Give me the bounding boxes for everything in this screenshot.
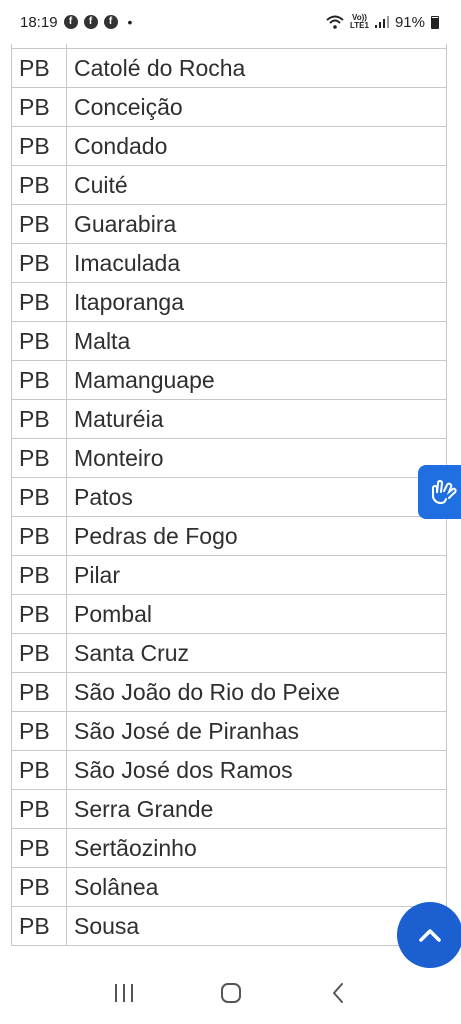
- city-cell: Solânea: [66, 867, 447, 907]
- status-bar: 18:19 f f f • Vo)) LTE1 91%: [0, 0, 461, 44]
- city-cell: Pedras de Fogo: [66, 516, 447, 556]
- table-row: PB Serra Grande: [11, 789, 447, 829]
- city-cell: Santa Cruz: [66, 633, 447, 673]
- status-right: Vo)) LTE1 91%: [326, 14, 439, 31]
- state-cell: PB: [11, 633, 67, 673]
- table-row: PB Imaculada: [11, 243, 447, 283]
- city-cell: Serra Grande: [66, 789, 447, 829]
- city-cell: São José de Piranhas: [66, 711, 447, 751]
- facebook-icon: f: [63, 15, 78, 29]
- signal-icon: [374, 16, 389, 28]
- state-cell: PB: [11, 555, 67, 595]
- table-row: PB Maturéia: [11, 399, 447, 439]
- cities-table-container[interactable]: PB Catolé do Rocha PB Conceição PB Condado PB C…: [11, 44, 447, 962]
- accessibility-sign-language-button[interactable]: [418, 465, 461, 519]
- table-row: PB Cuité: [11, 165, 447, 205]
- sign-language-hands-icon: [432, 479, 457, 505]
- table-row: PB Guarabira: [11, 204, 447, 244]
- home-button[interactable]: [211, 973, 251, 1013]
- table-row: PB Conceição: [11, 87, 447, 127]
- table-row: PB Monteiro: [11, 438, 447, 478]
- recent-apps-icon: [114, 984, 133, 1002]
- city-cell: Catolé do Rocha: [66, 48, 447, 88]
- city-cell: Mamanguape: [66, 360, 447, 400]
- state-cell: PB: [11, 48, 67, 88]
- system-navigation-bar: [0, 962, 461, 1024]
- city-cell: Itaporanga: [66, 282, 447, 322]
- state-cell: PB: [11, 477, 67, 517]
- city-cell: Malta: [66, 321, 447, 361]
- state-cell: PB: [11, 516, 67, 556]
- state-cell: PB: [11, 204, 67, 244]
- back-icon: [332, 983, 343, 1003]
- table-row: PB Sertãozinho: [11, 828, 447, 868]
- battery-icon: [431, 15, 439, 29]
- state-cell: PB: [11, 360, 67, 400]
- network-type-label: Vo)) LTE1: [350, 13, 369, 30]
- cities-table: PB Catolé do Rocha PB Conceição PB Condado PB C…: [11, 44, 447, 946]
- table-row: PB Sousa: [11, 906, 447, 946]
- recent-apps-button[interactable]: [104, 973, 144, 1013]
- status-time: 18:19: [20, 13, 58, 31]
- table-row: PB Catolé do Rocha: [11, 48, 447, 88]
- table-row: PB São João do Rio do Peixe: [11, 672, 447, 712]
- status-left: 18:19 f f f •: [20, 14, 132, 31]
- city-cell: Pilar: [66, 555, 447, 595]
- city-cell: Guarabira: [66, 204, 447, 244]
- table-row: PB São José dos Ramos: [11, 750, 447, 790]
- city-cell: Imaculada: [66, 243, 447, 283]
- table-row: PB São José de Piranhas: [11, 711, 447, 751]
- state-cell: PB: [11, 399, 67, 439]
- state-cell: PB: [11, 282, 67, 322]
- table-row: PB Santa Cruz: [11, 633, 447, 673]
- city-cell: Monteiro: [66, 438, 447, 478]
- table-row: PB Condado: [11, 126, 447, 166]
- table-row: PB Itaporanga: [11, 282, 447, 322]
- facebook-icon: f: [83, 15, 98, 29]
- table-row: PB Malta: [11, 321, 447, 361]
- state-cell: PB: [11, 906, 67, 946]
- city-cell: São José dos Ramos: [66, 750, 447, 790]
- city-cell: Maturéia: [66, 399, 447, 439]
- city-cell: Cuité: [66, 165, 447, 205]
- state-cell: PB: [11, 867, 67, 907]
- state-cell: PB: [11, 789, 67, 829]
- city-cell: Patos: [66, 477, 447, 517]
- state-cell: PB: [11, 750, 67, 790]
- back-button[interactable]: [318, 973, 358, 1013]
- table-row: PB Pedras de Fogo: [11, 516, 447, 556]
- state-cell: PB: [11, 321, 67, 361]
- wifi-icon: [326, 15, 344, 29]
- city-cell: Sousa: [66, 906, 447, 946]
- state-cell: PB: [11, 594, 67, 634]
- more-notifications-dot-icon: •: [127, 14, 133, 30]
- city-cell: Pombal: [66, 594, 447, 634]
- state-cell: PB: [11, 711, 67, 751]
- battery-percent: 91%: [394, 13, 425, 31]
- state-cell: PB: [11, 165, 67, 205]
- table-row: PB Patos: [11, 477, 447, 517]
- state-cell: PB: [11, 87, 67, 127]
- state-cell: PB: [11, 828, 67, 868]
- city-cell: Conceição: [66, 87, 447, 127]
- table-row: PB Solânea: [11, 867, 447, 907]
- state-cell: PB: [11, 672, 67, 712]
- facebook-icon: f: [103, 15, 118, 29]
- home-icon: [220, 983, 241, 1003]
- city-cell: Condado: [66, 126, 447, 166]
- table-row: PB Pilar: [11, 555, 447, 595]
- scroll-to-top-button[interactable]: [397, 902, 461, 968]
- state-cell: PB: [11, 126, 67, 166]
- table-row: PB Mamanguape: [11, 360, 447, 400]
- state-cell: PB: [11, 243, 67, 283]
- table-row: PB Pombal: [11, 594, 447, 634]
- state-cell: PB: [11, 438, 67, 478]
- city-cell: Sertãozinho: [66, 828, 447, 868]
- chevron-up-icon: [419, 929, 441, 942]
- city-cell: São João do Rio do Peixe: [66, 672, 447, 712]
